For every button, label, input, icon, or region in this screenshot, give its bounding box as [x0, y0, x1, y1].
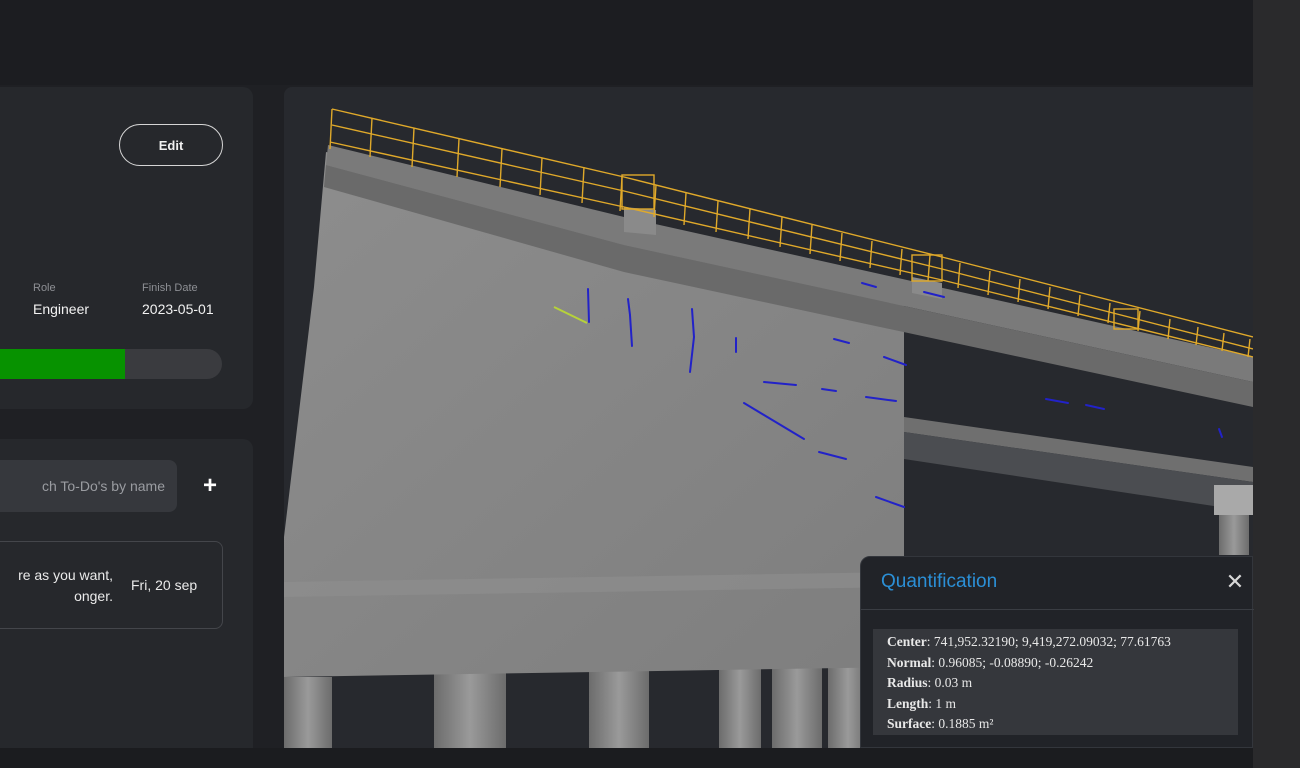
finish-date-value: 2023-05-01	[142, 301, 214, 317]
normal-row: Normal: 0.96085; -0.08890; -0.26242	[887, 654, 1094, 670]
edit-button[interactable]: Edit	[119, 124, 223, 166]
quantification-title: Quantification	[881, 571, 998, 592]
role-label: Role	[33, 282, 56, 294]
length-row: Length: 1 m	[887, 695, 957, 711]
scrollbar-gutter[interactable]	[1253, 0, 1300, 768]
progress-bar	[0, 349, 222, 379]
project-card: Edit Role Engineer Finish Date 2023-05-0…	[0, 87, 253, 409]
todo-panel: + re as you want, onger. Fri, 20 sep	[0, 439, 253, 759]
finish-date-label: Finish Date	[142, 282, 198, 294]
quantification-panel: Quantification ✕ Center: 741,952.32190; …	[860, 556, 1254, 748]
todo-item-text: re as you want, onger.	[18, 567, 113, 604]
center-row: Center: 741,952.32190; 9,419,272.09032; …	[887, 634, 1171, 649]
todo-search-input[interactable]	[0, 460, 177, 512]
pier-column	[1219, 515, 1249, 555]
role-value: Engineer	[33, 301, 90, 317]
bottom-strip	[0, 748, 1253, 768]
surface-row: Surface: 0.1885 m²	[887, 716, 994, 731]
radius-row: Radius: 0.03 m	[887, 675, 973, 690]
top-bar	[0, 0, 1253, 85]
close-icon[interactable]: ✕	[1225, 570, 1245, 594]
todo-item-date: Fri, 20 sep	[131, 577, 198, 593]
quantification-details: Center: 741,952.32190; 9,419,272.09032; …	[873, 629, 1238, 735]
progress-fill	[0, 349, 126, 379]
divider	[861, 609, 1254, 610]
pier-cap	[1214, 485, 1253, 515]
todo-item[interactable]: re as you want, onger. Fri, 20 sep	[0, 541, 223, 629]
add-todo-button[interactable]: +	[199, 472, 221, 500]
